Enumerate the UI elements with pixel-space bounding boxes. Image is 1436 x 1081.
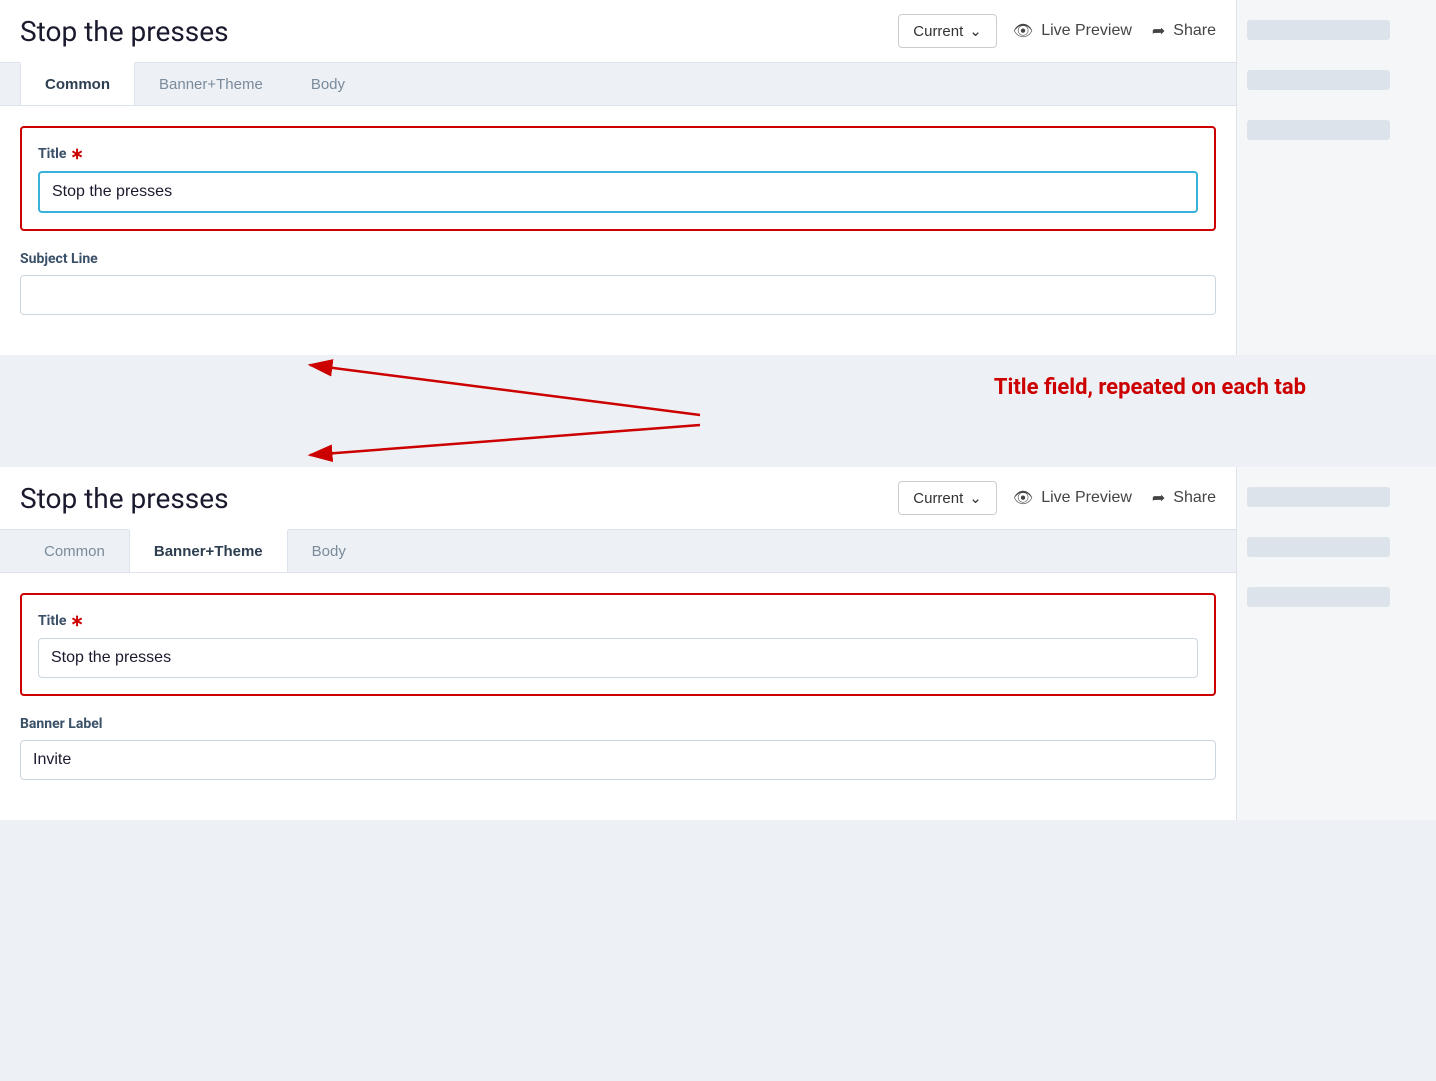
subject-field-section: Subject Line [20, 251, 1216, 315]
current-label: Current [913, 23, 963, 40]
subject-label: Subject Line [20, 251, 1216, 267]
eye-icon: 👁 [1013, 21, 1033, 41]
bottom-page-title: Stop the presses [20, 482, 882, 515]
page-title: Stop the presses [20, 15, 882, 48]
right-panel-bottom [1236, 467, 1436, 820]
share-button[interactable]: ➦ Share [1152, 21, 1216, 41]
required-star-bottom: ∗ [70, 611, 83, 630]
tab-banner-theme-bottom[interactable]: Banner+Theme [129, 529, 288, 572]
right-stub-b3 [1247, 587, 1390, 607]
bottom-header-actions: 👁 Live Preview ➦ Share [1013, 488, 1216, 508]
share-icon: ➦ [1152, 21, 1165, 41]
top-panel-header: Stop the presses Current ⌄ 👁 Live Previe… [0, 0, 1236, 63]
right-stub-b1 [1247, 487, 1390, 507]
top-tab-bar: Common Banner+Theme Body [0, 63, 1236, 106]
banner-label-section: Banner Label [20, 716, 1216, 780]
share-label: Share [1173, 22, 1216, 40]
title-label-top: Title ∗ [38, 144, 1198, 163]
required-star-top: ∗ [70, 144, 83, 163]
bottom-current-dropdown[interactable]: Current ⌄ [898, 481, 997, 515]
current-dropdown[interactable]: Current ⌄ [898, 14, 997, 48]
banner-label-input[interactable] [20, 740, 1216, 780]
tab-common-bottom[interactable]: Common [20, 530, 129, 572]
annotation-text: Title field, repeated on each tab [994, 375, 1306, 400]
live-preview-button[interactable]: 👁 Live Preview [1013, 21, 1132, 41]
bottom-live-preview-button[interactable]: 👁 Live Preview [1013, 488, 1132, 508]
bottom-share-icon: ➦ [1152, 488, 1165, 508]
annotation-area: Title field, repeated on each tab [0, 355, 1436, 455]
live-preview-label: Live Preview [1041, 22, 1132, 40]
tab-banner-theme-top[interactable]: Banner+Theme [135, 63, 287, 105]
title-field-section-top: Title ∗ [20, 126, 1216, 231]
title-field-section-bottom: Title ∗ [20, 593, 1216, 696]
bottom-tab-bar: Common Banner+Theme Body [0, 530, 1236, 573]
title-input-top[interactable] [38, 171, 1198, 213]
bottom-eye-icon: 👁 [1013, 488, 1033, 508]
bottom-share-button[interactable]: ➦ Share [1152, 488, 1216, 508]
title-label-bottom: Title ∗ [38, 611, 1198, 630]
bottom-chevron-icon: ⌄ [969, 489, 982, 507]
tab-common-top[interactable]: Common [20, 62, 135, 105]
right-panel-top [1236, 0, 1436, 355]
bottom-panel-content: Title ∗ Banner Label [0, 573, 1236, 820]
tab-body-bottom[interactable]: Body [288, 530, 370, 572]
bottom-section: Stop the presses Current ⌄ 👁 Live Previe… [0, 467, 1436, 820]
right-stub-3 [1247, 120, 1390, 140]
right-stub-b2 [1247, 537, 1390, 557]
chevron-down-icon: ⌄ [969, 22, 982, 40]
header-actions: 👁 Live Preview ➦ Share [1013, 21, 1216, 41]
right-stub-2 [1247, 70, 1390, 90]
top-panel-content: Title ∗ Subject Line [0, 106, 1236, 355]
bottom-panel-header: Stop the presses Current ⌄ 👁 Live Previe… [0, 467, 1236, 530]
title-input-bottom[interactable] [38, 638, 1198, 678]
banner-label-label: Banner Label [20, 716, 1216, 732]
annotation-arrows [0, 355, 1436, 455]
subject-input[interactable] [20, 275, 1216, 315]
tab-body-top[interactable]: Body [287, 63, 369, 105]
right-stub-1 [1247, 20, 1390, 40]
